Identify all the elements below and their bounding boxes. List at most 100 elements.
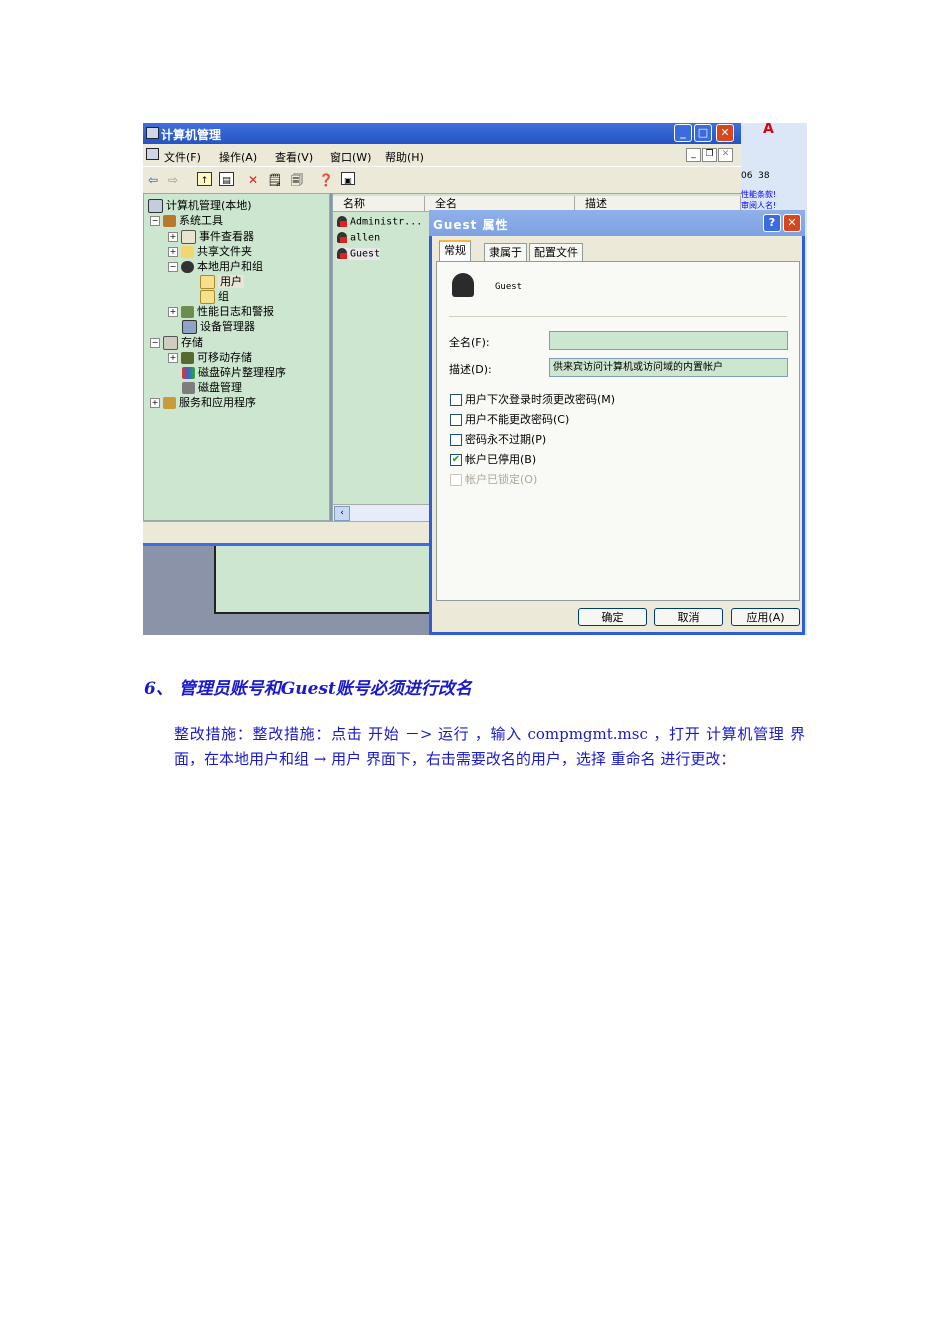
collapse-icon: − [168, 262, 178, 272]
expand-icon: + [150, 398, 160, 408]
menu-bar: 文件(F) 操作(A) 查看(V) 窗口(W) 帮助(H) _ ❐ ✕ [143, 144, 741, 166]
properties-icon[interactable]: 🗒 [267, 172, 283, 188]
tree-item-local-users[interactable]: − 本地用户和组 [168, 258, 263, 274]
computer-icon [146, 148, 159, 160]
dialog-close-button[interactable]: ✕ [783, 214, 801, 232]
check-icon: ✔ [450, 454, 462, 466]
menu-action[interactable]: 操作(A) [219, 149, 257, 165]
account-locked-checkbox: 帐户已锁定(O) [450, 471, 537, 487]
background-window [214, 546, 432, 614]
fullname-label: 全名(F): [449, 336, 490, 349]
export-icon[interactable]: 🗐 [289, 172, 305, 188]
dialog-help-button[interactable]: ? [763, 214, 781, 232]
menu-file[interactable]: 文件(F) [164, 149, 201, 165]
perf-icon [181, 306, 194, 318]
minimize-button[interactable]: _ [674, 124, 692, 142]
strip-numbers: 06 38 [741, 171, 770, 181]
strip-line-1: 性能条款! [741, 190, 777, 199]
services-icon [163, 397, 176, 409]
description-label: 描述(D): [449, 363, 492, 376]
tab-profile[interactable]: 配置文件 [529, 243, 583, 261]
menu-help[interactable]: 帮助(H) [385, 149, 424, 165]
tree-item-event-viewer[interactable]: + 事件查看器 [168, 228, 254, 244]
tree-item-perf-logs[interactable]: + 性能日志和警报 [168, 303, 274, 319]
account-disabled-checkbox[interactable]: ✔ 帐户已停用(B) [450, 451, 536, 467]
user-icon [452, 273, 474, 297]
toolbar: ⇦ ⇨ ↑ ▤ ✕ 🗒 🗐 ❓ ▣ [143, 166, 741, 193]
column-header-name[interactable]: 名称 [333, 196, 425, 212]
close-button[interactable]: ✕ [716, 124, 734, 142]
dialog-title: Guest 属性 [433, 218, 509, 232]
tree-item-users[interactable]: 用户 [200, 273, 244, 289]
tree-item-defrag[interactable]: 磁盘碎片整理程序 [182, 364, 286, 380]
apply-button[interactable]: 应用(A) [731, 608, 800, 626]
folder-icon [200, 290, 215, 304]
back-arrow-icon[interactable]: ⇦ [145, 172, 161, 188]
instruction-paragraph: 整改措施：整改措施：点击 开始 －> 运行 ，输入 compmgmt.msc ，… [174, 725, 805, 768]
password-never-expires-checkbox[interactable]: 密码永不过期(P) [450, 431, 546, 447]
defrag-icon [182, 367, 195, 379]
tab-general[interactable]: 常规 [439, 240, 471, 261]
list-item[interactable]: Administr... [337, 216, 422, 228]
console-icon[interactable]: ▣ [341, 172, 355, 185]
menu-window[interactable]: 窗口(W) [330, 149, 371, 165]
font-color-icon: A [763, 123, 774, 137]
screenshot: 计算机管理 _ □ ✕ 文件(F) 操作(A) 查看(V) 窗口(W) 帮助(H… [143, 123, 807, 635]
forward-arrow-icon[interactable]: ⇨ [165, 172, 181, 188]
status-bar [143, 521, 430, 544]
up-folder-icon[interactable]: ↑ [197, 172, 212, 186]
scroll-left-icon[interactable]: ‹ [334, 506, 350, 521]
ok-button[interactable]: 确定 [578, 608, 647, 626]
tree-item-root[interactable]: 计算机管理(本地) [148, 197, 252, 213]
expand-icon: + [168, 232, 178, 242]
mdi-minimize-button[interactable]: _ [686, 148, 701, 162]
expand-icon: + [168, 247, 178, 257]
tree-item-device-manager[interactable]: 设备管理器 [182, 318, 255, 334]
user-icon [337, 232, 347, 243]
event-viewer-icon [181, 230, 196, 244]
list-item[interactable]: Guest [337, 248, 381, 260]
user-icon [337, 248, 347, 259]
disk-icon [182, 382, 195, 394]
window-title-bar: 计算机管理 _ □ ✕ [143, 123, 741, 144]
computer-icon [146, 127, 159, 139]
maximize-button[interactable]: □ [694, 124, 712, 142]
user-name: Guest [495, 282, 523, 292]
description-field[interactable]: 供来宾访问计算机或访问域的内置帐户 [549, 358, 788, 377]
tree-item-removable-storage[interactable]: + 可移动存储 [168, 349, 252, 365]
cannot-change-password-checkbox[interactable]: 用户不能更改密码(C) [450, 411, 569, 427]
dialog-title-bar: Guest 属性 ? ✕ [429, 210, 805, 236]
tree-item-services-apps[interactable]: + 服务和应用程序 [150, 394, 256, 410]
delete-icon[interactable]: ✕ [245, 172, 261, 188]
window-title: 计算机管理 [161, 128, 222, 142]
mdi-close-button[interactable]: ✕ [718, 148, 733, 162]
console-tree: 计算机管理(本地) − 系统工具 + 事件查看器 + 共享文件夹 − 本地用户和组 用户… [143, 193, 330, 521]
cancel-button[interactable]: 取消 [654, 608, 723, 626]
show-tree-icon[interactable]: ▤ [219, 172, 234, 186]
tree-item-shared-folders[interactable]: + 共享文件夹 [168, 243, 252, 259]
collapse-icon: − [150, 338, 160, 348]
mdi-restore-button[interactable]: ❐ [702, 148, 717, 162]
fullname-field[interactable] [549, 331, 788, 350]
tree-item-system-tools[interactable]: − 系统工具 [150, 212, 223, 228]
section-heading: 6、 管理员账号和Guest账号必须进行改名 [144, 679, 472, 699]
users-icon [181, 261, 194, 273]
tree-item-disk-management[interactable]: 磁盘管理 [182, 379, 242, 395]
collapse-icon: − [150, 216, 160, 226]
tree-item-groups[interactable]: 组 [200, 288, 229, 304]
storage-icon [163, 336, 178, 350]
list-item[interactable]: allen [337, 232, 380, 244]
must-change-password-checkbox[interactable]: 用户下次登录时须更改密码(M) [450, 391, 615, 407]
tools-icon [163, 215, 176, 227]
user-icon [337, 216, 347, 227]
menu-view[interactable]: 查看(V) [275, 149, 313, 165]
device-manager-icon [182, 320, 197, 334]
divider [449, 316, 787, 317]
help-icon[interactable]: ❓ [318, 172, 334, 188]
tree-item-storage[interactable]: − 存储 [150, 334, 203, 350]
tab-member-of[interactable]: 隶属于 [484, 243, 527, 261]
shared-folder-icon [181, 246, 194, 258]
removable-storage-icon [181, 352, 194, 364]
computer-icon [148, 199, 163, 213]
horizontal-scrollbar[interactable]: ‹ [333, 504, 433, 521]
